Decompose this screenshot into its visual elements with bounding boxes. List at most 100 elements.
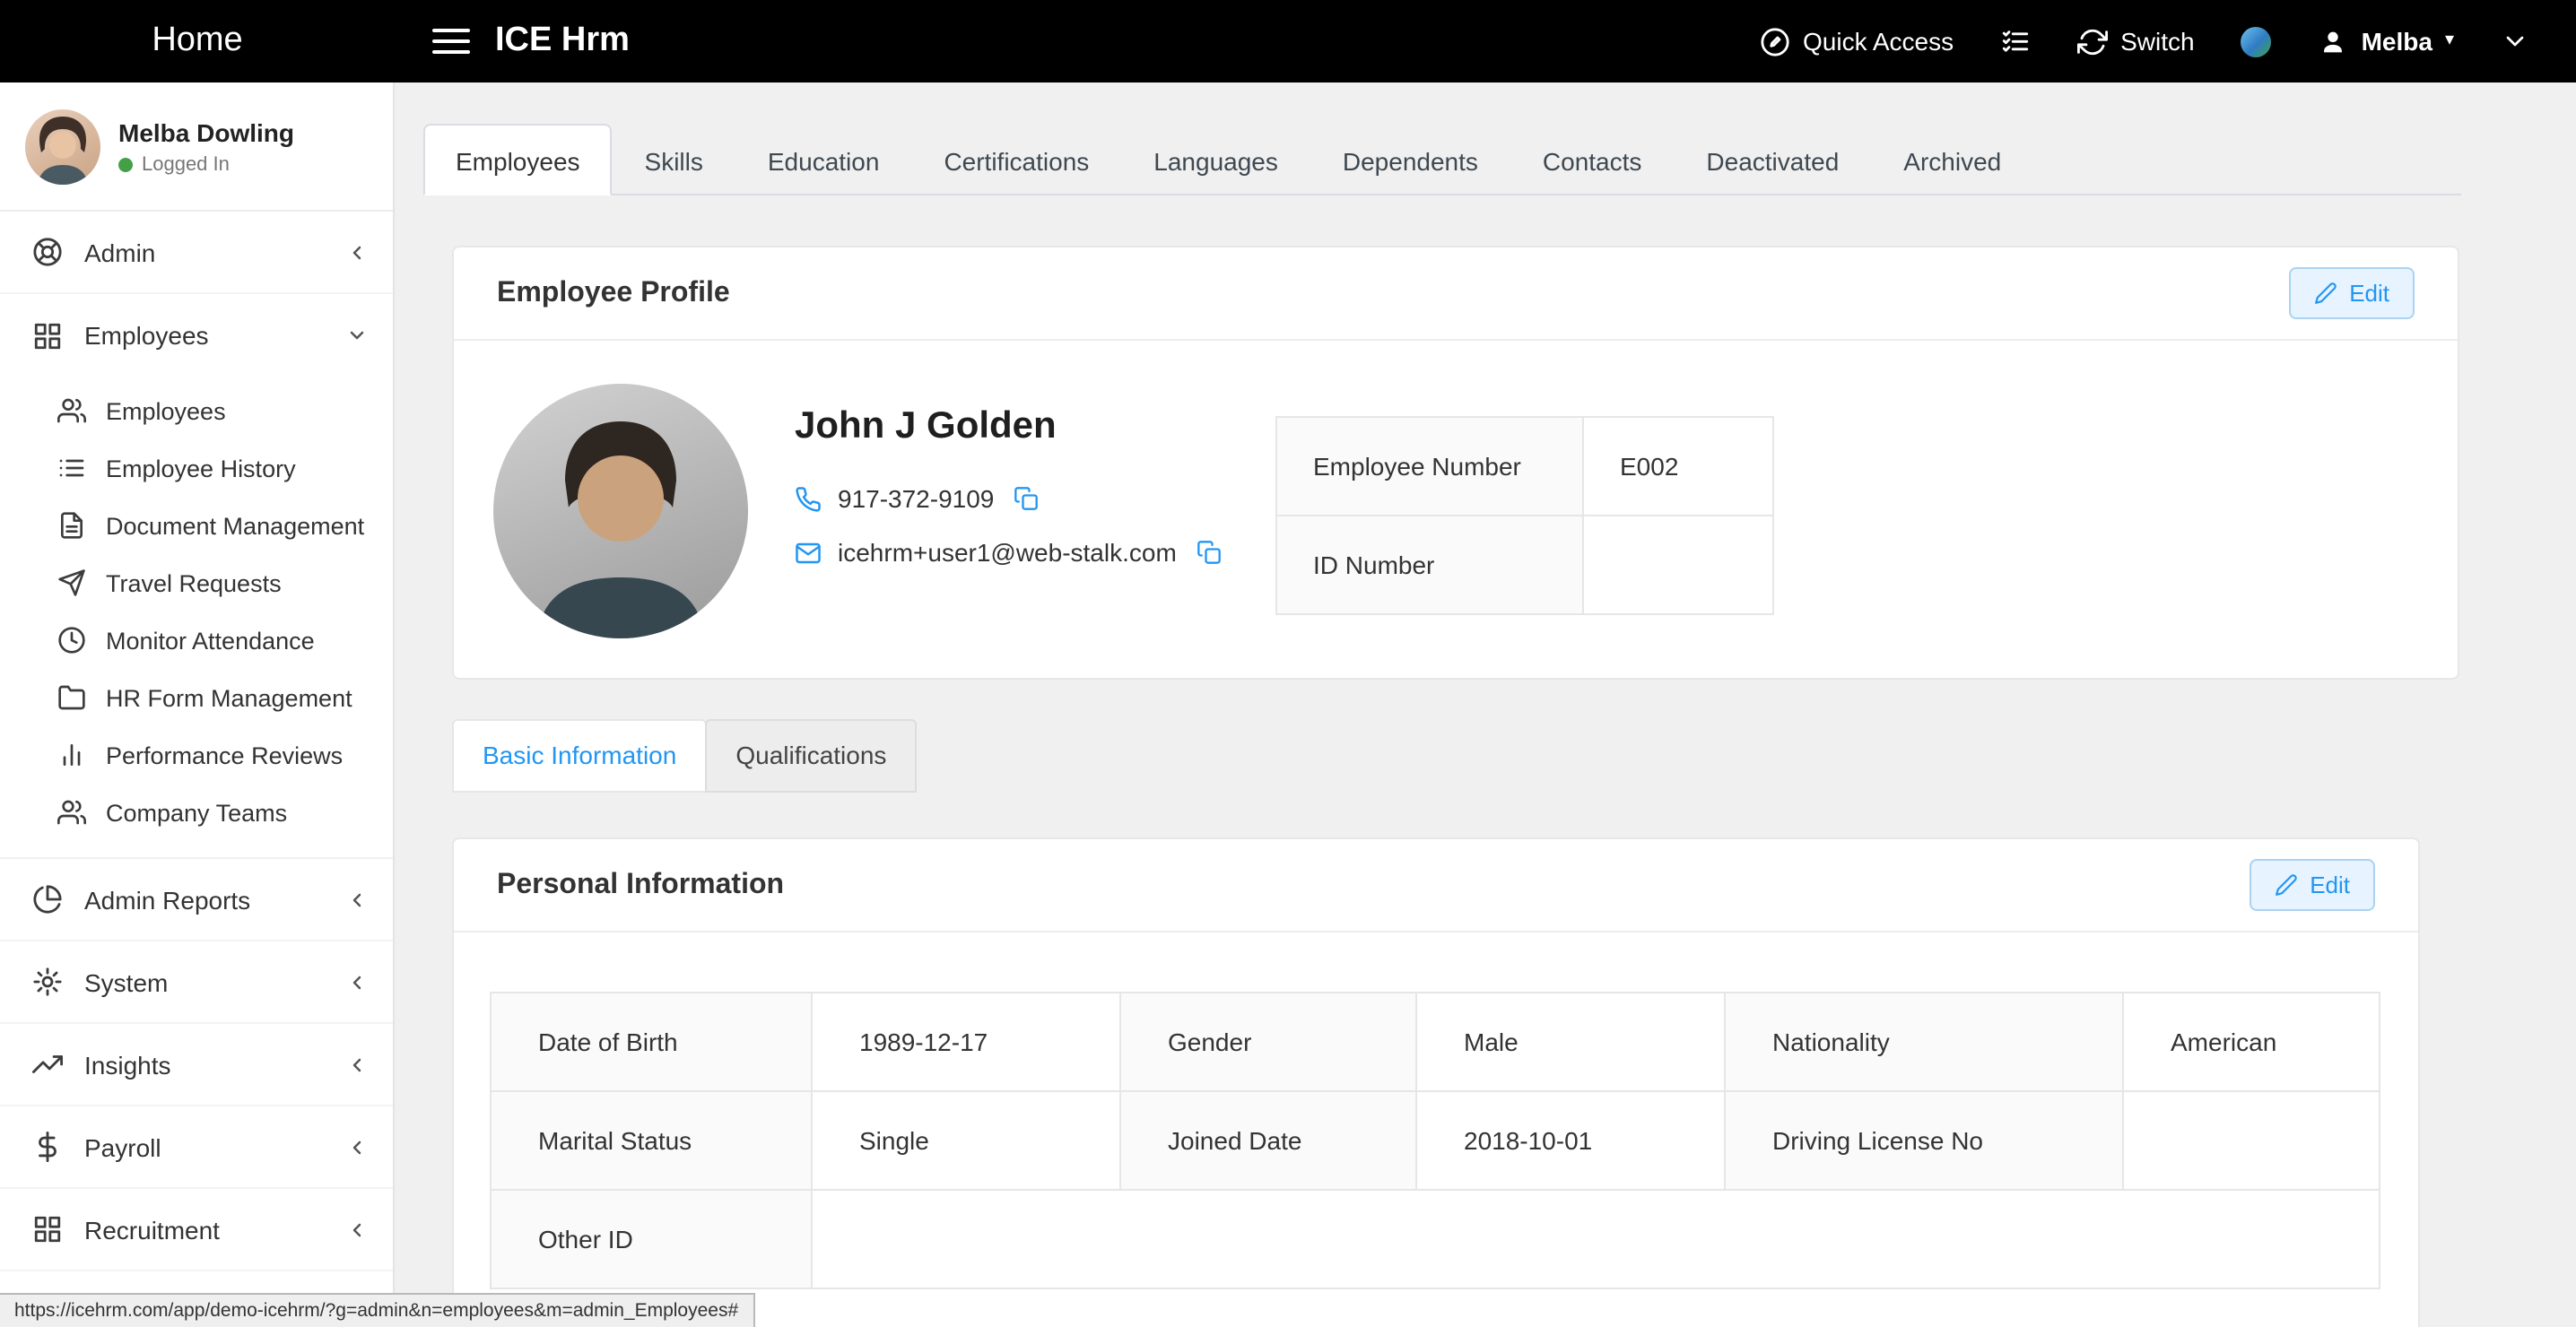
sidebar-subitem-travel-requests[interactable]: Travel Requests bbox=[0, 554, 393, 611]
compose-circle-icon bbox=[1760, 26, 1790, 56]
tab-skills[interactable]: Skills bbox=[613, 124, 735, 195]
topbar-collapse-button[interactable] bbox=[2501, 27, 2529, 56]
chevron-left-icon bbox=[346, 889, 368, 910]
employees-submenu: Employees Employee History bbox=[0, 377, 393, 859]
sidebar-item-employees[interactable]: Employees bbox=[0, 294, 393, 377]
sidebar-subitem-employees[interactable]: Employees bbox=[0, 382, 393, 439]
tab-employees[interactable]: Employees bbox=[423, 124, 613, 195]
field-value: 2018-10-01 bbox=[1416, 1091, 1725, 1190]
employee-name: John J Golden bbox=[795, 405, 1275, 448]
sidebar-subitem-label: Employees bbox=[106, 397, 226, 424]
sidebar-subitem-employee-history[interactable]: Employee History bbox=[0, 439, 393, 497]
pencil-icon bbox=[2274, 873, 2297, 897]
sidebar-item-label: Admin bbox=[84, 238, 325, 266]
switch-label: Switch bbox=[2120, 27, 2194, 56]
avatar-image bbox=[25, 108, 100, 184]
card-title: Personal Information bbox=[497, 869, 784, 901]
app-title[interactable]: ICE Hrm bbox=[495, 22, 630, 61]
copy-icon[interactable] bbox=[1014, 486, 1039, 511]
tab-languages[interactable]: Languages bbox=[1121, 124, 1310, 195]
sidebar-subitem-label: Employee History bbox=[106, 455, 296, 481]
field-value: American bbox=[2123, 993, 2380, 1091]
sidebar-subitem-hr-form-management[interactable]: HR Form Management bbox=[0, 669, 393, 726]
card-title: Employee Profile bbox=[497, 277, 730, 309]
task-list-icon bbox=[2000, 26, 2031, 56]
chevron-down-icon bbox=[346, 325, 368, 346]
chevron-left-icon bbox=[346, 241, 368, 263]
sidebar-subitem-label: Company Teams bbox=[106, 799, 287, 826]
edit-button-label: Edit bbox=[2349, 280, 2389, 307]
login-status: Logged In bbox=[118, 153, 294, 175]
sidebar-subitem-document-management[interactable]: Document Management bbox=[0, 497, 393, 554]
table-row: ID Number bbox=[1276, 516, 1773, 614]
edit-button-label: Edit bbox=[2310, 872, 2350, 898]
table-row: Date of Birth 1989-12-17 Gender Male Nat… bbox=[491, 993, 2380, 1091]
field-value bbox=[1583, 516, 1773, 614]
task-list-button[interactable] bbox=[2000, 26, 2031, 56]
tab-archived[interactable]: Archived bbox=[1871, 124, 2033, 195]
trend-chart-icon bbox=[32, 1049, 63, 1080]
employee-profile-card: Employee Profile Edit Joh bbox=[452, 246, 2459, 680]
field-value: Single bbox=[812, 1091, 1120, 1190]
field-label: Other ID bbox=[491, 1190, 812, 1288]
globe-icon bbox=[2241, 26, 2272, 56]
sidebar-subitem-company-teams[interactable]: Company Teams bbox=[0, 784, 393, 841]
home-nav[interactable]: Home bbox=[0, 22, 395, 61]
quick-access-button[interactable]: Quick Access bbox=[1760, 26, 1954, 56]
sidebar-item-admin-reports[interactable]: Admin Reports bbox=[0, 859, 393, 941]
main-content: Employees Skills Education Certification… bbox=[395, 82, 2576, 1327]
bar-chart-icon bbox=[57, 741, 86, 769]
sidebar-subitem-performance-reviews[interactable]: Performance Reviews bbox=[0, 726, 393, 784]
helm-icon bbox=[32, 237, 63, 267]
detail-tabs: Basic Information Qualifications bbox=[452, 719, 2576, 793]
employee-identity: John J Golden 917-372-9109 bbox=[795, 384, 1275, 638]
sidebar-subitem-monitor-attendance[interactable]: Monitor Attendance bbox=[0, 611, 393, 669]
document-icon bbox=[57, 511, 86, 540]
field-value bbox=[812, 1190, 2380, 1288]
tab-basic-information[interactable]: Basic Information bbox=[452, 719, 707, 793]
sidebar-item-system[interactable]: System bbox=[0, 941, 393, 1024]
sidebar-item-label: Insights bbox=[84, 1050, 325, 1079]
quick-access-label: Quick Access bbox=[1803, 27, 1954, 56]
user-menu[interactable]: Melba ▾ bbox=[2319, 26, 2454, 56]
phone-icon bbox=[795, 485, 822, 512]
hamburger-menu-icon[interactable] bbox=[432, 29, 470, 54]
grid-icon bbox=[32, 1214, 63, 1245]
field-label: Date of Birth bbox=[491, 993, 812, 1091]
employee-photo bbox=[493, 384, 748, 638]
tab-education[interactable]: Education bbox=[735, 124, 912, 195]
sidebar-item-admin[interactable]: Admin bbox=[0, 212, 393, 294]
field-value bbox=[2123, 1091, 2380, 1190]
field-label: Marital Status bbox=[491, 1091, 812, 1190]
tab-dependents[interactable]: Dependents bbox=[1310, 124, 1510, 195]
sidebar-subitem-label: HR Form Management bbox=[106, 684, 352, 711]
sidebar-item-payroll[interactable]: Payroll bbox=[0, 1106, 393, 1189]
chevron-left-icon bbox=[346, 1136, 368, 1158]
tab-certifications[interactable]: Certifications bbox=[911, 124, 1121, 195]
sidebar-nav: Admin Employees bbox=[0, 212, 393, 1327]
edit-profile-button[interactable]: Edit bbox=[2288, 267, 2415, 319]
browser-status-url: https://icehrm.com/app/demo-icehrm/?g=ad… bbox=[0, 1293, 754, 1327]
users-icon bbox=[57, 396, 86, 425]
sidebar-item-insights[interactable]: Insights bbox=[0, 1024, 393, 1106]
online-dot-icon bbox=[118, 157, 133, 171]
caret-down-icon: ▾ bbox=[2445, 32, 2454, 50]
sidebar-item-label: Payroll bbox=[84, 1132, 325, 1161]
field-label: Joined Date bbox=[1120, 1091, 1416, 1190]
envelope-icon bbox=[795, 539, 822, 566]
personal-information-table: Date of Birth 1989-12-17 Gender Male Nat… bbox=[490, 992, 2380, 1289]
phone-row: 917-372-9109 bbox=[795, 484, 1275, 513]
chevron-down-icon bbox=[2501, 27, 2529, 56]
copy-icon[interactable] bbox=[1197, 540, 1222, 565]
switch-button[interactable]: Switch bbox=[2077, 26, 2194, 56]
field-label: Nationality bbox=[1725, 993, 2123, 1091]
personal-information-body: Date of Birth 1989-12-17 Gender Male Nat… bbox=[454, 932, 2418, 1327]
sidebar-user-name: Melba Dowling bbox=[118, 117, 294, 146]
language-globe-button[interactable] bbox=[2241, 26, 2272, 56]
edit-personal-information-button[interactable]: Edit bbox=[2249, 859, 2375, 911]
employee-profile-header: Employee Profile Edit bbox=[454, 247, 2458, 341]
sidebar-item-recruitment[interactable]: Recruitment bbox=[0, 1189, 393, 1271]
tab-qualifications[interactable]: Qualifications bbox=[705, 719, 917, 793]
tab-contacts[interactable]: Contacts bbox=[1510, 124, 1675, 195]
tab-deactivated[interactable]: Deactivated bbox=[1674, 124, 1871, 195]
